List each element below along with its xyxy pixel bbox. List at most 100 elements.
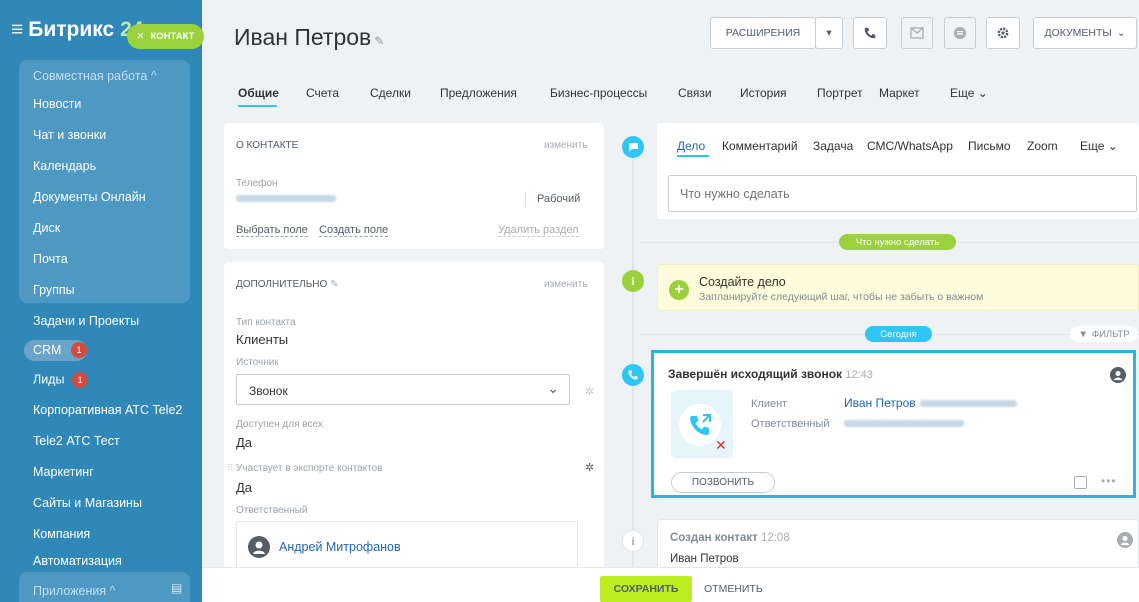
responsible-user-link[interactable]: Андрей Митрофанов <box>279 540 401 554</box>
extra-edit-link[interactable]: изменить <box>544 279 588 290</box>
sidebar-item-disk[interactable]: Диск <box>33 221 60 235</box>
email-button[interactable] <box>901 17 933 49</box>
tab-deals[interactable]: Сделки <box>370 86 411 100</box>
cancel-button[interactable]: ОТМЕНИТЬ <box>704 583 763 595</box>
active-tab-indicator <box>677 155 709 157</box>
user-icon <box>1113 371 1123 381</box>
todo-input[interactable] <box>668 175 1137 212</box>
page-title[interactable]: Иван Петров ✎ <box>234 24 384 51</box>
sidebar-item-calendar[interactable]: Календарь <box>33 159 96 173</box>
extensions-button[interactable]: РАСШИРЕНИЯ <box>710 17 816 49</box>
choose-field-link[interactable]: Выбрать поле <box>236 224 308 237</box>
plus-icon[interactable]: + <box>669 280 689 300</box>
tab-activity[interactable]: Дело <box>677 139 705 153</box>
extra-card-title: ДОПОЛНИТЕЛЬНО ✎ <box>236 279 338 290</box>
call-responsible-label: Ответственный <box>751 418 830 430</box>
tab-email[interactable]: Письмо <box>968 139 1011 153</box>
sidebar-item-sites[interactable]: Сайты и Магазины <box>33 496 142 510</box>
sidebar-item-leads[interactable]: Лиды 1 <box>33 372 88 388</box>
sidebar-item-news[interactable]: Новости <box>33 97 81 111</box>
sidebar-group-label[interactable]: Совместная работа ^ <box>33 69 157 83</box>
call-button[interactable] <box>853 17 887 49</box>
drag-handle-icon[interactable]: ⠿ <box>227 463 234 474</box>
tab-links[interactable]: Связи <box>678 86 712 100</box>
printer-icon[interactable]: ▤ <box>171 581 182 595</box>
sidebar-item-mail[interactable]: Почта <box>33 252 68 266</box>
tab-task[interactable]: Задача <box>813 139 853 153</box>
menu-icon[interactable]: ≡ <box>11 18 23 41</box>
chat-icon <box>954 27 966 39</box>
phone-type: Рабочий <box>537 193 581 205</box>
sidebar-item-crm[interactable]: CRM 1 <box>24 340 87 361</box>
tab-zoom[interactable]: Zoom <box>1027 139 1058 153</box>
extensions-label: РАСШИРЕНИЯ <box>725 27 801 39</box>
chevron-down-icon: ⌄ <box>977 86 988 100</box>
tab-more-label: Еще <box>950 86 975 100</box>
source-select[interactable]: Звонок ⌄ <box>236 374 570 405</box>
close-icon[interactable]: ✕ <box>137 31 145 42</box>
todo-section-pill: Что нужно сделать <box>839 234 956 250</box>
about-edit-link[interactable]: изменить <box>544 140 588 151</box>
sidebar-item-pbx-test[interactable]: Tele2 АТС Тест <box>33 434 120 448</box>
sidebar-item-pbx[interactable]: Корпоративная АТС Tele2 <box>33 403 182 417</box>
tab-sms[interactable]: СМС/WhatsApp <box>867 139 953 153</box>
call-thumbnail: ✕ <box>671 390 733 458</box>
create-activity-title: Создайте дело <box>699 275 786 289</box>
call-time: 12:43 <box>845 369 873 381</box>
call-title-text: Завершён исходящий звонок <box>668 367 843 381</box>
today-pill: Сегодня <box>865 326 932 342</box>
avatar[interactable] <box>1117 532 1133 548</box>
sidebar-item-chat[interactable]: Чат и звонки <box>33 128 106 142</box>
tab-activity-more[interactable]: Еще ⌄ <box>1080 139 1118 153</box>
chevron-down-icon: ⌄ <box>1116 27 1126 39</box>
more-icon[interactable]: ••• <box>1101 474 1117 488</box>
gear-icon[interactable]: ✲ <box>585 385 594 398</box>
delete-section-link[interactable]: Удалить раздел <box>498 224 579 237</box>
tab-history[interactable]: История <box>740 86 787 100</box>
sidebar-item-automation[interactable]: Автоматизация <box>33 554 122 568</box>
sidebar-item-company[interactable]: Компания <box>33 527 90 541</box>
tab-portrait[interactable]: Портрет <box>817 86 863 100</box>
note-icon[interactable] <box>1074 476 1087 489</box>
caret-down-icon: ▾ <box>826 27 832 39</box>
save-button[interactable]: СОХРАНИТЬ <box>600 576 692 602</box>
sidebar-apps-label[interactable]: Приложения ^ <box>33 584 115 598</box>
gear-icon[interactable]: ✲ <box>585 461 594 474</box>
sidebar-item-tasks[interactable]: Задачи и Проекты <box>33 314 139 328</box>
avatar[interactable] <box>1110 367 1126 383</box>
chevron-down-icon: ⌄ <box>1107 139 1118 153</box>
comment-dot-icon <box>622 136 644 158</box>
pencil-icon[interactable]: ✎ <box>374 34 384 48</box>
export-label: Участвует в экспорте контактов <box>236 463 383 474</box>
client-label: Клиент <box>751 398 788 410</box>
documents-button[interactable]: ДОКУМЕНТЫ ⌄ <box>1033 17 1137 49</box>
create-field-link[interactable]: Создать поле <box>319 224 389 237</box>
avatar[interactable] <box>248 536 270 558</box>
phone-dot-icon <box>622 364 644 386</box>
tab-more[interactable]: Еще ⌄ <box>950 86 988 100</box>
tab-market[interactable]: Маркет <box>879 86 920 100</box>
extensions-dropdown[interactable]: ▾ <box>815 17 843 49</box>
contact-badge[interactable]: ✕ КОНТАКТ <box>127 24 204 49</box>
tab-quotes[interactable]: Предложения <box>440 86 517 100</box>
crm-count-badge: 1 <box>71 342 87 358</box>
sidebar-item-groups[interactable]: Группы <box>33 283 75 297</box>
active-tab-indicator <box>238 105 277 107</box>
call-back-button[interactable]: ПОЗВОНИТЬ <box>671 472 775 493</box>
logo[interactable]: ≡Битрикс 24 <box>11 18 143 42</box>
messenger-button[interactable] <box>944 17 976 49</box>
sidebar-item-docs[interactable]: Документы Онлайн <box>33 190 146 204</box>
sidebar-item-marketing[interactable]: Маркетинг <box>33 465 94 479</box>
user-icon <box>1120 536 1130 546</box>
pencil-icon[interactable]: ✎ <box>330 279 338 290</box>
client-phone-blurred <box>920 400 1017 407</box>
tab-general[interactable]: Общие <box>238 86 279 100</box>
client-link[interactable]: Иван Петров <box>844 396 916 410</box>
available-value: Да <box>236 435 253 450</box>
filter-button[interactable]: ▼ ФИЛЬТР <box>1070 326 1138 342</box>
tab-comment[interactable]: Комментарий <box>722 139 798 153</box>
settings-button[interactable] <box>986 17 1020 49</box>
phone-value-blurred[interactable] <box>236 195 336 202</box>
tab-invoices[interactable]: Счета <box>306 86 339 100</box>
tab-business-processes[interactable]: Бизнес-процессы <box>550 86 647 100</box>
